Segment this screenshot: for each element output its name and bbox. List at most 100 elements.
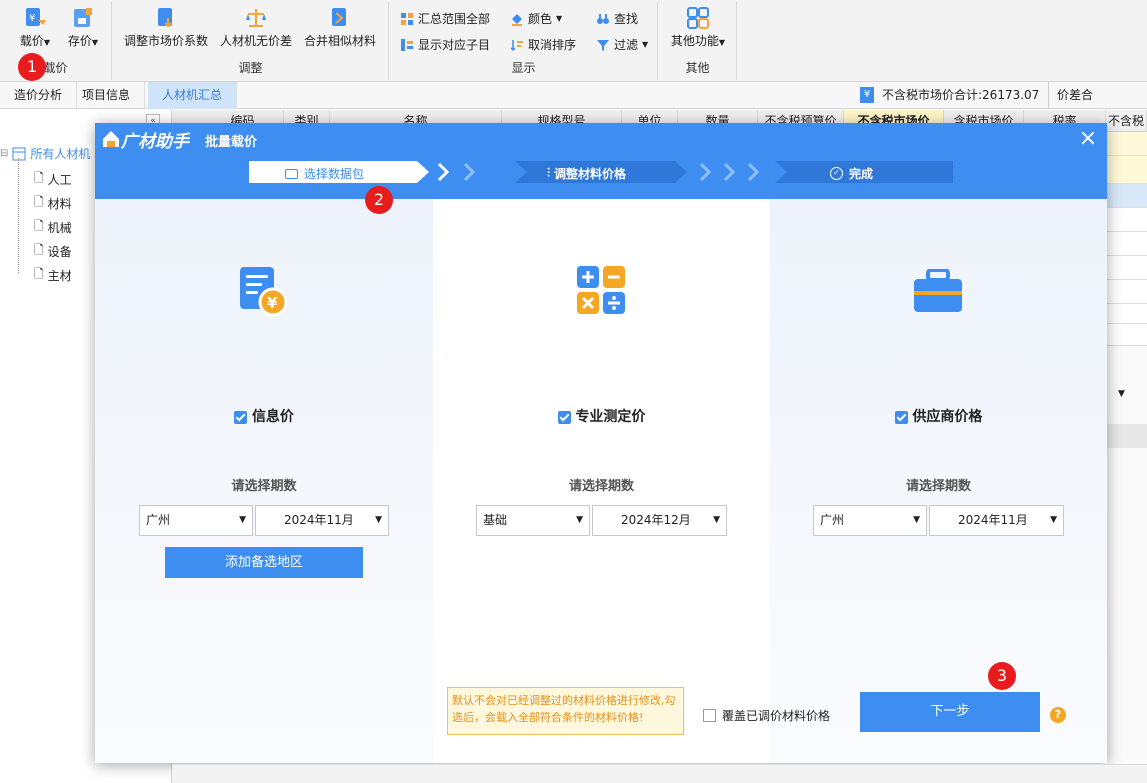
- document-icon: 🗋: [34, 171, 44, 185]
- brand-name: 广材助手: [121, 132, 189, 152]
- toolbox-icon: [914, 269, 962, 312]
- tree-item-main-material[interactable]: 🗋 主材: [34, 265, 72, 286]
- tree-root[interactable]: ⊟ 所有人材机: [0, 145, 90, 162]
- step-select-package[interactable]: 选择数据包: [285, 165, 364, 182]
- lower-panel-dropdown-arrow[interactable]: ▼: [1118, 389, 1125, 399]
- region-select[interactable]: 广州 ▼: [813, 505, 927, 536]
- find-button[interactable]: 查找: [596, 10, 638, 27]
- dropdown-arrow-icon: ▼: [375, 515, 382, 525]
- tab-resource-summary[interactable]: 人材机汇总: [148, 82, 238, 109]
- lower-panel-header: [1106, 424, 1147, 448]
- svg-text:¥: ¥: [29, 13, 35, 24]
- filter-dropdown[interactable]: 过滤 ▼: [596, 36, 648, 53]
- calculator-icon: [577, 266, 625, 314]
- ribbon-group-label: 载价: [43, 61, 68, 75]
- document-icon: 🗋: [34, 243, 44, 257]
- region-select[interactable]: 广州 ▼: [139, 505, 253, 536]
- load-price-button[interactable]: ¥ 载价▼: [14, 2, 56, 49]
- table-row[interactable]: [1106, 304, 1147, 324]
- col-untaxed[interactable]: 不含税: [1106, 110, 1147, 132]
- checkbox-checked-icon: [234, 410, 248, 424]
- module-tab-bar: 造价分析 项目信息 人材机汇总 ¥ 不含税市场价合计:26173.07 价差合计…: [0, 82, 1147, 129]
- bottom-status-bar: [172, 764, 1147, 783]
- save-price-icon: [74, 8, 92, 27]
- tree-item-labor[interactable]: 🗋 人工: [34, 169, 72, 190]
- brand-logo-icon: [103, 131, 119, 147]
- tree-item-material[interactable]: 🗋 材料: [34, 193, 72, 214]
- step-finish[interactable]: ✓ 完成: [830, 165, 873, 182]
- step-adjust-price[interactable]: ⫶ 调整材料价格: [547, 165, 626, 182]
- adjust-coef-icon: [158, 8, 172, 28]
- close-icon[interactable]: ×: [1077, 125, 1099, 153]
- overwrite-checkbox[interactable]: 覆盖已调价材料价格: [703, 707, 830, 724]
- tab-cost-analysis[interactable]: 造价分析: [0, 82, 78, 109]
- cancel-sort-button[interactable]: 取消排序: [510, 36, 576, 53]
- ribbon-toolbar: ¥ 载价▼ 存价▼ 载价 调整市场价系数 人材机无价差 合并相似材料 调整 汇总…: [0, 0, 1147, 82]
- professional-price-panel: 专业测定价 请选择期数 基础 ▼ 2024年12月 ▼: [433, 199, 770, 763]
- next-step-button[interactable]: 下一步: [860, 692, 1040, 732]
- table-row[interactable]: [1106, 256, 1147, 280]
- show-sub-button[interactable]: 显示对应子目: [400, 36, 490, 53]
- ribbon-group-label: 调整: [238, 61, 263, 75]
- period-select[interactable]: 2024年11月 ▼: [929, 505, 1064, 536]
- professional-price-checkbox[interactable]: 专业测定价: [433, 406, 770, 426]
- document-icon: 🗋: [34, 195, 44, 209]
- supplier-price-panel: 供应商价格 请选择期数 广州 ▼ 2024年11月 ▼: [770, 199, 1107, 763]
- binoculars-icon: [597, 13, 609, 24]
- period-select[interactable]: 2024年11月 ▼: [255, 505, 389, 536]
- merge-icon: [332, 8, 346, 26]
- checkbox-unchecked-icon: [703, 709, 716, 722]
- category-select[interactable]: 基础 ▼: [476, 505, 590, 536]
- check-circle-icon: ✓: [830, 167, 843, 180]
- overwrite-tip: 默认不会对已经调整过的材料价格进行修改,勾选后，会载入全部符合条件的材料价格!: [447, 687, 684, 735]
- sum-scope-icon: [401, 12, 413, 25]
- table-row[interactable]: [1106, 132, 1147, 156]
- tree-item-machinery[interactable]: 🗋 机械: [34, 217, 72, 238]
- adjust-market-coef-button[interactable]: 调整市场价系数: [123, 2, 209, 49]
- dialog-title: 批量载价: [205, 135, 258, 150]
- balance-scale-icon: [246, 9, 266, 27]
- dropdown-arrow-icon: ▼: [1050, 515, 1057, 525]
- other-functions-button[interactable]: 其他功能▼: [667, 2, 729, 49]
- document-icon: 🗋: [34, 219, 44, 233]
- add-region-button[interactable]: 添加备选地区: [165, 547, 363, 578]
- help-icon[interactable]: ?: [1050, 707, 1066, 723]
- tree-item-equipment[interactable]: 🗋 设备: [34, 241, 72, 262]
- load-price-icon: ¥: [26, 8, 46, 26]
- merge-similar-button[interactable]: 合并相似材料: [303, 2, 377, 49]
- sum-scope-button[interactable]: 汇总范围全部: [400, 10, 490, 27]
- lower-panel-bg: [1106, 345, 1147, 783]
- table-row[interactable]: [1106, 232, 1147, 256]
- table-row[interactable]: [1106, 208, 1147, 232]
- dialog-title-bar: 广材助手 批量载价 ×: [95, 123, 1107, 155]
- color-dropdown[interactable]: 颜色 ▼: [510, 10, 562, 27]
- sort-icon: [510, 39, 523, 51]
- svg-text:¥: ¥: [267, 294, 278, 312]
- dropdown-arrow-icon: ▼: [913, 515, 920, 525]
- diff-total-text: 价差合计:163.75: [1048, 82, 1147, 129]
- step-badge-1: 1: [18, 53, 46, 81]
- dropdown-arrow-icon: ▼: [576, 515, 583, 525]
- info-price-icon: ¥: [240, 267, 288, 317]
- batch-load-price-dialog: 广材助手 批量载价 × 选择数据包 ⫶ 调整材料价格 ✓ 完成 ¥ 信息价 请选…: [95, 123, 1107, 763]
- sliders-icon: ⫶: [547, 166, 551, 180]
- tab-project-info[interactable]: 项目信息: [68, 82, 146, 109]
- filter-icon: [597, 39, 609, 51]
- supplier-price-checkbox[interactable]: 供应商价格: [770, 406, 1107, 426]
- wizard-steps: 选择数据包 ⫶ 调整材料价格 ✓ 完成: [95, 155, 1107, 199]
- ribbon-group-load: ¥ 载价▼ 存价▼ 载价: [0, 2, 112, 80]
- step-badge-3: 3: [988, 662, 1016, 690]
- info-price-panel: ¥ 信息价 请选择期数 广州 ▼ 2024年11月 ▼ 添加备选地区: [95, 199, 433, 763]
- info-price-checkbox[interactable]: 信息价: [95, 406, 433, 426]
- no-price-diff-button[interactable]: 人材机无价差: [219, 2, 293, 49]
- ribbon-group-label: 其他: [685, 61, 710, 75]
- period-select[interactable]: 2024年12月 ▼: [592, 505, 727, 536]
- save-price-button[interactable]: 存价▼: [62, 2, 104, 49]
- show-sub-icon: [401, 38, 413, 51]
- table-row[interactable]: [1106, 280, 1147, 304]
- table-row[interactable]: [1106, 184, 1147, 208]
- paint-bucket-icon: [512, 13, 522, 26]
- step-badge-2: 2: [365, 186, 393, 214]
- table-row[interactable]: [1106, 156, 1147, 184]
- table-icon: [12, 147, 26, 160]
